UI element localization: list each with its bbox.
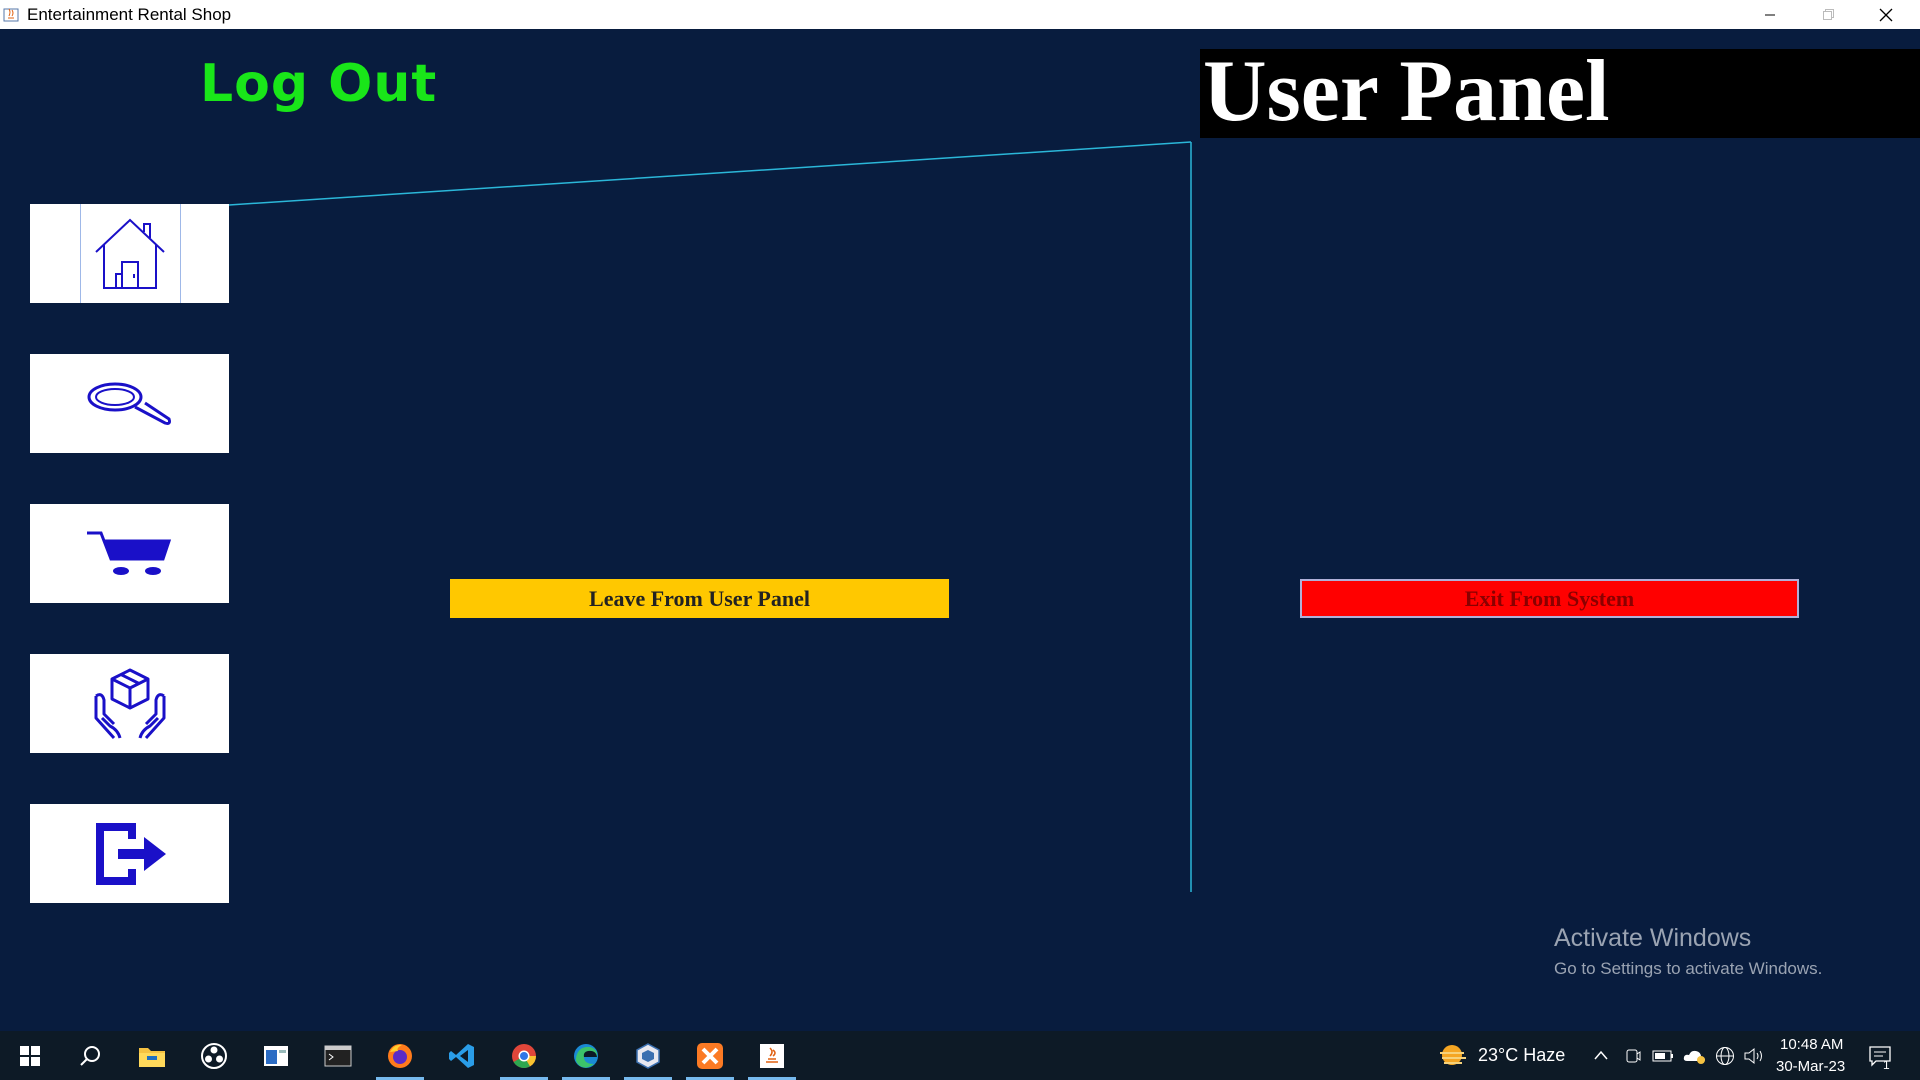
obs-icon xyxy=(201,1042,227,1069)
notification-icon[interactable] xyxy=(1868,1045,1894,1067)
minimize-icon xyxy=(1765,14,1775,15)
file-explorer-icon xyxy=(139,1047,165,1067)
java-icon xyxy=(760,1043,784,1068)
panel-heading: User Panel xyxy=(1203,43,1610,140)
search-icon xyxy=(87,382,171,425)
cart-button[interactable] xyxy=(30,504,229,603)
clock-time[interactable]: 10:48 AM xyxy=(1780,1036,1843,1053)
volume-icon[interactable] xyxy=(1743,1046,1765,1066)
chrome-icon xyxy=(512,1043,536,1068)
java-app-icon xyxy=(3,8,19,22)
home-button[interactable] xyxy=(30,204,229,303)
taskbar-xampp[interactable] xyxy=(682,1031,738,1080)
leave-user-panel-button[interactable]: Leave From User Panel xyxy=(450,579,949,618)
clock-date[interactable]: 30-Mar-23 xyxy=(1776,1058,1845,1075)
close-icon xyxy=(1879,8,1893,21)
panel-divider-lines xyxy=(228,141,1192,892)
maximize-icon xyxy=(1823,8,1834,20)
window-title: Entertainment Rental Shop xyxy=(27,5,232,24)
cart-icon xyxy=(86,531,171,575)
taskbar-virtualbox[interactable] xyxy=(620,1031,676,1080)
chevron-up-icon[interactable] xyxy=(1593,1049,1609,1061)
taskbar-search-button[interactable] xyxy=(62,1031,118,1080)
rent-package-button[interactable] xyxy=(30,654,229,753)
taskbar-java[interactable] xyxy=(744,1031,800,1080)
exit-system-button[interactable]: Exit From System xyxy=(1300,579,1799,618)
weather-haze-icon xyxy=(1440,1045,1466,1065)
taskbar-window-app[interactable] xyxy=(248,1031,304,1080)
taskbar-edge[interactable] xyxy=(558,1031,614,1080)
taskbar-vscode[interactable] xyxy=(434,1031,490,1080)
vscode-icon xyxy=(449,1043,474,1068)
maximize-button[interactable] xyxy=(1799,0,1857,29)
firefox-icon xyxy=(388,1043,412,1068)
taskbar-chrome[interactable] xyxy=(496,1031,552,1080)
start-icon xyxy=(20,1045,40,1066)
selection-frame xyxy=(80,204,181,303)
xampp-icon xyxy=(697,1042,723,1069)
onedrive-icon[interactable] xyxy=(1683,1047,1707,1065)
package-hands-icon xyxy=(94,668,165,739)
window-app-icon xyxy=(264,1045,288,1066)
activate-windows-watermark: Activate Windows Go to Settings to activ… xyxy=(1554,924,1822,979)
edge-icon xyxy=(574,1043,598,1068)
search-icon xyxy=(80,1045,100,1066)
taskbar-terminal[interactable] xyxy=(310,1031,366,1080)
terminal-icon xyxy=(324,1045,352,1066)
start-button[interactable] xyxy=(2,1031,58,1080)
meet-now-icon[interactable] xyxy=(1625,1047,1641,1065)
taskbar-file-explorer[interactable] xyxy=(124,1031,180,1080)
taskbar: 1 xyxy=(0,1031,1920,1080)
notification-count: 1 xyxy=(1883,1058,1890,1072)
watermark-subtitle: Go to Settings to activate Windows. xyxy=(1554,959,1823,978)
search-button[interactable] xyxy=(30,354,229,453)
window-title-bar: Entertainment Rental Shop xyxy=(0,0,1920,29)
network-globe-icon[interactable] xyxy=(1715,1046,1735,1066)
battery-icon[interactable] xyxy=(1652,1049,1674,1063)
watermark-title: Activate Windows xyxy=(1554,924,1752,952)
minimize-button[interactable] xyxy=(1741,0,1799,29)
exit-icon xyxy=(95,822,166,885)
weather-text[interactable]: 23°C Haze xyxy=(1478,1045,1565,1066)
logout-exit-button[interactable] xyxy=(30,804,229,903)
close-button[interactable] xyxy=(1857,0,1915,29)
taskbar-firefox[interactable] xyxy=(372,1031,428,1080)
virtualbox-icon xyxy=(636,1042,660,1069)
taskbar-obs[interactable] xyxy=(186,1031,242,1080)
logout-heading: Log Out xyxy=(200,54,438,114)
